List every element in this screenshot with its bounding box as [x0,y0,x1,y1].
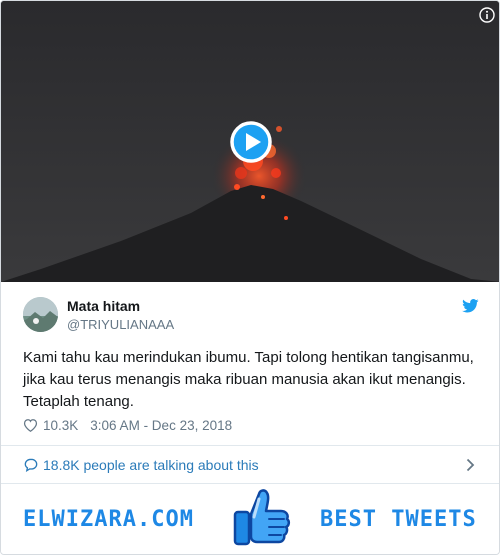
heart-icon[interactable] [23,418,38,432]
tweet-timestamp[interactable]: 3:06 AM - Dec 23, 2018 [90,418,232,433]
author-name[interactable]: Mata hitam [67,298,140,314]
chevron-right-icon [466,458,475,472]
play-icon[interactable] [230,121,272,163]
tweet-text: Kami tahu kau merindukan ibumu. Tapi tol… [23,349,474,410]
thumbs-up-icon [233,489,291,546]
tweet-meta: 10.3K 3:06 AM - Dec 23, 2018 [23,416,232,434]
site-footer-banner: ELWIZARA.COM BEST TWEETS [1,484,499,554]
info-icon[interactable] [479,7,495,23]
twitter-bird-icon[interactable] [462,299,479,313]
embedded-tweet-card: Mata hitam @TRIYULIANAAA Kami tahu kau m… [0,0,500,555]
best-tweets-label: BEST TWEETS [320,507,477,532]
avatar[interactable] [23,297,58,332]
speech-bubble-icon [24,458,38,472]
like-count[interactable]: 10.3K [43,418,78,433]
talking-about-label[interactable]: 18.8K people are talking about this [43,457,259,473]
author-handle[interactable]: @TRIYULIANAAA [67,317,174,332]
video-player[interactable] [1,1,499,282]
site-brand: ELWIZARA.COM [23,507,194,532]
talking-about-link[interactable]: 18.8K people are talking about this [1,446,499,483]
